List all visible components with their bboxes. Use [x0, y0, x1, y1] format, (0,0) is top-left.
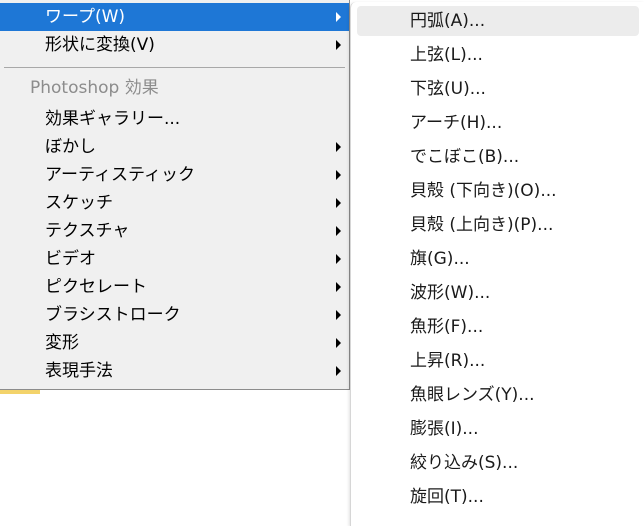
- warp-submenu: 円弧(A)... 上弦(L)... 下弦(U)... アーチ(H)... でこぼ…: [350, 2, 644, 526]
- chevron-right-icon: [336, 282, 341, 292]
- menu-item-label: 効果ギャラリー...: [45, 109, 181, 129]
- submenu-item-flag[interactable]: 旗(G)...: [357, 244, 639, 274]
- menu-item-distort[interactable]: 変形: [0, 329, 349, 357]
- menu-item-label: スケッチ: [45, 193, 113, 213]
- group-heading-photoshop-effects: Photoshop 効果: [30, 78, 159, 98]
- menu-item-label: ぼかし: [45, 137, 96, 157]
- submenu-item-shell-upper[interactable]: 貝殻 (上向き)(P)...: [357, 210, 639, 240]
- menu-item-label: ブラシストローク: [45, 305, 181, 325]
- submenu-item-label: 上弦(L)...: [410, 45, 483, 65]
- chevron-right-icon: [336, 12, 341, 22]
- menu-item-texture[interactable]: テクスチャ: [0, 217, 349, 245]
- submenu-item-arc[interactable]: 円弧(A)...: [357, 6, 639, 36]
- submenu-item-twist[interactable]: 旋回(T)...: [357, 482, 639, 512]
- menu-item-convert-to-shape[interactable]: 形状に変換(V): [0, 31, 349, 59]
- menu-item-label: 表現手法: [45, 361, 113, 381]
- chevron-right-icon: [336, 338, 341, 348]
- menu-item-label: アーティスティック: [45, 165, 195, 185]
- menu-item-label: ピクセレート: [45, 277, 147, 297]
- submenu-item-label: 上昇(R)...: [410, 351, 486, 371]
- screen: ワープ(W) 形状に変換(V) Photoshop 効果 効果ギャラリー... …: [0, 0, 644, 526]
- submenu-item-label: 貝殻 (上向き)(P)...: [410, 215, 554, 235]
- chevron-right-icon: [336, 198, 341, 208]
- background-sliver: [0, 390, 40, 394]
- chevron-right-icon: [336, 254, 341, 264]
- submenu-item-label: 旗(G)...: [410, 249, 470, 269]
- submenu-item-bulge[interactable]: でこぼこ(B)...: [357, 142, 639, 172]
- submenu-item-label: 円弧(A)...: [410, 11, 486, 31]
- chevron-right-icon: [336, 40, 341, 50]
- chevron-right-icon: [336, 310, 341, 320]
- chevron-right-icon: [336, 226, 341, 236]
- submenu-item-squeeze[interactable]: 絞り込み(S)...: [357, 448, 639, 478]
- submenu-item-label: 魚形(F)...: [410, 317, 484, 337]
- effects-menu: ワープ(W) 形状に変換(V) Photoshop 効果 効果ギャラリー... …: [0, 0, 350, 390]
- menu-separator: [4, 67, 345, 68]
- menu-item-effect-gallery[interactable]: 効果ギャラリー...: [0, 105, 349, 133]
- submenu-item-fisheye[interactable]: 魚眼レンズ(Y)...: [357, 380, 639, 410]
- menu-item-video[interactable]: ビデオ: [0, 245, 349, 273]
- menu-item-brush-strokes[interactable]: ブラシストローク: [0, 301, 349, 329]
- menu-item-label: ワープ(W): [45, 7, 126, 27]
- submenu-item-arc-upper[interactable]: 下弦(U)...: [357, 74, 639, 104]
- submenu-item-arch[interactable]: アーチ(H)...: [357, 108, 639, 138]
- menu-item-warp[interactable]: ワープ(W): [0, 3, 349, 31]
- menu-item-pixelate[interactable]: ピクセレート: [0, 273, 349, 301]
- submenu-item-label: 絞り込み(S)...: [410, 453, 519, 473]
- chevron-right-icon: [336, 366, 341, 376]
- menu-item-stylize[interactable]: 表現手法: [0, 357, 349, 385]
- submenu-item-label: でこぼこ(B)...: [410, 147, 520, 167]
- submenu-item-label: 貝殻 (下向き)(O)...: [410, 181, 557, 201]
- menu-item-label: 形状に変換(V): [45, 35, 155, 55]
- menu-item-sketch[interactable]: スケッチ: [0, 189, 349, 217]
- submenu-item-inflate[interactable]: 膨張(I)...: [357, 414, 639, 444]
- chevron-right-icon: [336, 142, 341, 152]
- submenu-item-arc-lower[interactable]: 上弦(L)...: [357, 40, 639, 70]
- menu-item-blur[interactable]: ぼかし: [0, 133, 349, 161]
- menu-item-label: ビデオ: [45, 249, 96, 269]
- menu-item-label: 変形: [45, 333, 79, 353]
- submenu-item-fish[interactable]: 魚形(F)...: [357, 312, 639, 342]
- submenu-item-label: 波形(W)...: [410, 283, 491, 303]
- submenu-item-label: 膨張(I)...: [410, 419, 479, 439]
- chevron-right-icon: [336, 170, 341, 180]
- submenu-item-label: アーチ(H)...: [410, 113, 503, 133]
- submenu-item-rise[interactable]: 上昇(R)...: [357, 346, 639, 376]
- submenu-item-label: 魚眼レンズ(Y)...: [410, 385, 535, 405]
- menu-item-artistic[interactable]: アーティスティック: [0, 161, 349, 189]
- submenu-item-wave[interactable]: 波形(W)...: [357, 278, 639, 308]
- submenu-item-shell-lower[interactable]: 貝殻 (下向き)(O)...: [357, 176, 639, 206]
- submenu-item-label: 旋回(T)...: [410, 487, 484, 507]
- menu-item-label: テクスチャ: [45, 221, 130, 241]
- submenu-item-label: 下弦(U)...: [410, 79, 486, 99]
